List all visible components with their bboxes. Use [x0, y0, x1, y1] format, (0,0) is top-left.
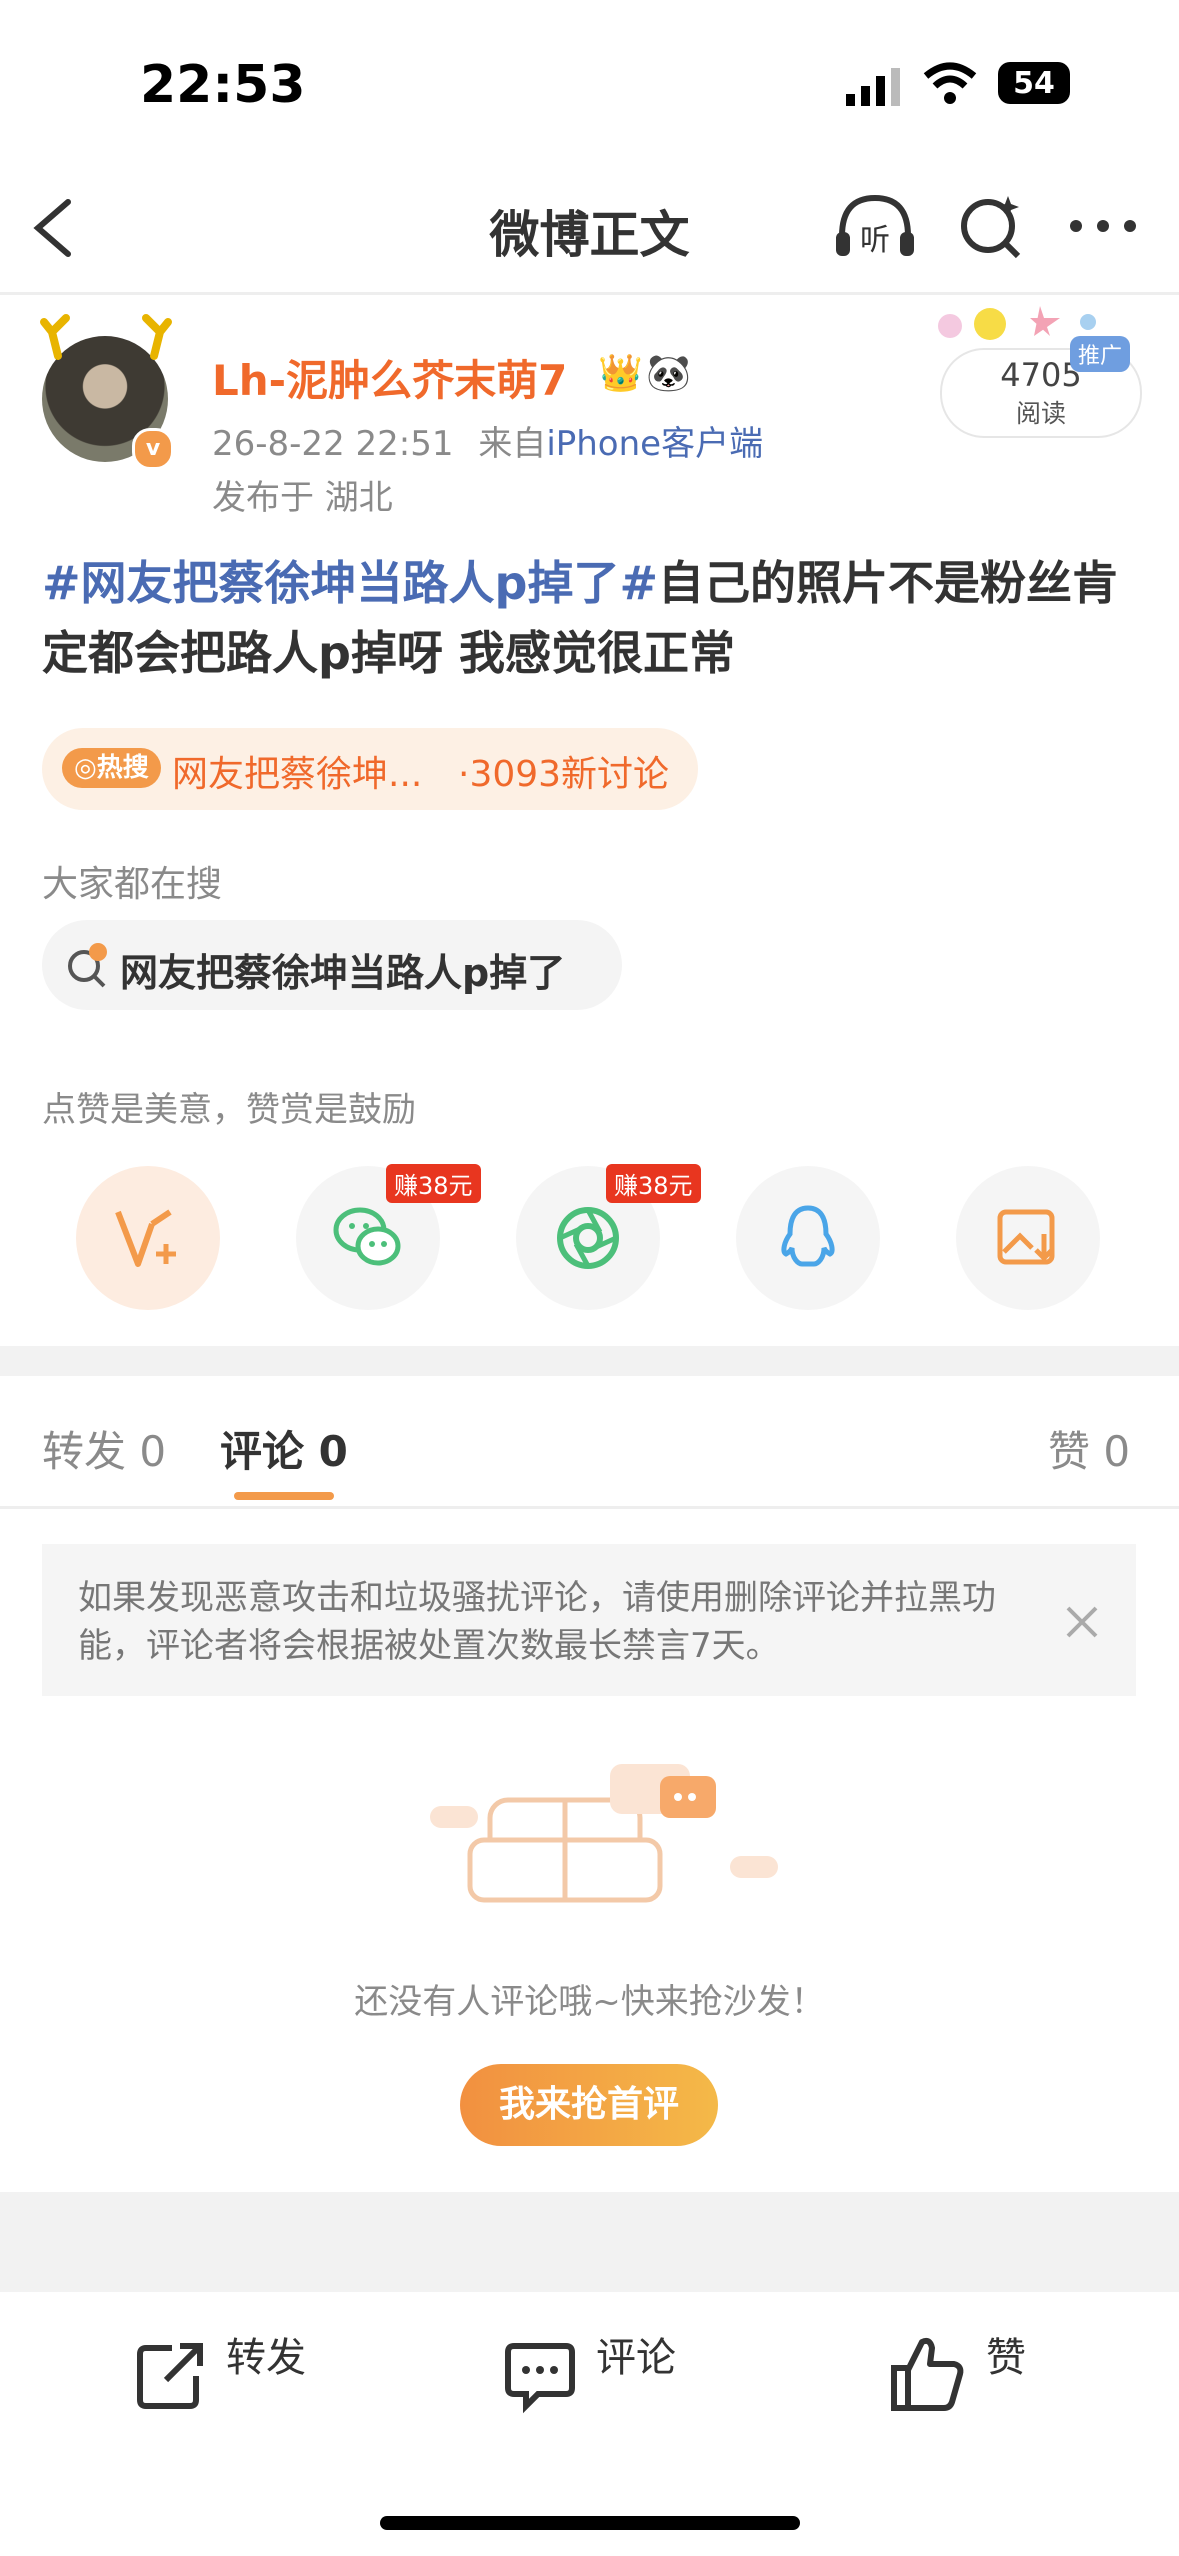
- signal-icon: [846, 66, 906, 110]
- nav-divider: [0, 292, 1179, 295]
- read-label: 阅读: [1015, 399, 1066, 428]
- save-image-button[interactable]: [956, 1166, 1100, 1310]
- like-button[interactable]: 赞: [986, 2325, 1026, 2383]
- tab-like[interactable]: 赞 0: [1048, 1418, 1130, 1479]
- svg-text:听: 听: [860, 223, 890, 258]
- crown-icon: 👑: [598, 353, 643, 394]
- repost-button[interactable]: 转发: [226, 2325, 306, 2383]
- moments-earn-badge: 赚38元: [606, 1164, 701, 1203]
- hot-search-count: ·3093新讨论: [458, 754, 670, 795]
- post-body: #网友把蔡徐坤当路人p掉了#自己的照片不是粉丝肯定都会把路人p掉呀 我感觉很正常: [42, 548, 1142, 688]
- status-time: 22:53: [140, 55, 306, 115]
- home-indicator: [380, 2516, 800, 2530]
- hot-badge-label: 热搜: [96, 753, 149, 783]
- listen-icon[interactable]: 听: [832, 190, 918, 266]
- comment-button[interactable]: 评论: [596, 2325, 676, 2383]
- more-icon[interactable]: [1068, 218, 1138, 238]
- close-icon[interactable]: [1064, 1604, 1100, 1644]
- search-small-icon: ◎: [74, 753, 97, 783]
- reward-button[interactable]: [76, 1166, 220, 1310]
- panda-icon: 🐼: [646, 353, 691, 394]
- hot-search-pill[interactable]: ◎热搜 网友把蔡徐坤... ·3093新讨论: [42, 728, 698, 810]
- everyone-search-label: 大家都在搜: [42, 864, 223, 905]
- notice-text: 如果发现恶意攻击和垃圾骚扰评论，请使用删除评论并拉黑功能，评论者将会根据被处置次…: [78, 1578, 996, 1666]
- antler-decoration: [38, 312, 174, 366]
- wifi-icon: [922, 62, 978, 110]
- promo-badge: 推广: [1070, 336, 1131, 372]
- post-location: 发布于 湖北: [212, 478, 393, 518]
- hot-search-icon: [64, 942, 110, 992]
- hot-search-badge: ◎热搜: [62, 748, 161, 788]
- reward-tip: 点赞是美意，赞赏是鼓励: [42, 1090, 416, 1130]
- wechat-earn-badge: 赚38元: [386, 1164, 481, 1203]
- section-separator: [0, 1346, 1179, 1376]
- everyone-search-query: 网友把蔡徐坤当路人p掉了: [120, 951, 566, 995]
- post-meta: 26-8-22 22:51 来自iPhone客户端: [212, 416, 763, 465]
- search-icon[interactable]: [956, 192, 1026, 266]
- comment-icon[interactable]: [502, 2338, 578, 2418]
- battery-icon: 54: [998, 62, 1070, 104]
- bottom-gray-band: [0, 2192, 1179, 2292]
- first-comment-button[interactable]: 我来抢首评: [460, 2064, 718, 2146]
- empty-sofa-illustration: [430, 1760, 790, 1944]
- tab-indicator: [234, 1492, 334, 1500]
- everyone-search-pill[interactable]: 网友把蔡徐坤当路人p掉了: [42, 920, 622, 1010]
- author-name[interactable]: Lh-泥肿么芥末萌7: [212, 347, 567, 408]
- tab-comment[interactable]: 评论 0: [220, 1418, 348, 1479]
- empty-comment-text: 还没有人评论哦~快来抢沙发！: [354, 1982, 825, 2022]
- hot-search-title: 网友把蔡徐坤...: [172, 754, 423, 795]
- battery-level: 54: [1013, 66, 1055, 101]
- verified-badge: v: [132, 428, 174, 470]
- qq-share-button[interactable]: [736, 1166, 880, 1310]
- post-hashtag[interactable]: #网友把蔡徐坤当路人p掉了#: [42, 556, 658, 610]
- tabs-divider: [0, 1506, 1179, 1509]
- tab-repost[interactable]: 转发 0: [42, 1418, 166, 1479]
- post-source[interactable]: iPhone客户端: [546, 424, 763, 464]
- like-icon[interactable]: [890, 2334, 966, 2418]
- source-prefix: 来自: [478, 424, 547, 464]
- comment-notice: 如果发现恶意攻击和垃圾骚扰评论，请使用删除评论并拉黑功能，评论者将会根据被处置次…: [42, 1544, 1136, 1696]
- post-date: 26-8-22 22:51: [212, 424, 454, 464]
- repost-icon[interactable]: [132, 2338, 208, 2418]
